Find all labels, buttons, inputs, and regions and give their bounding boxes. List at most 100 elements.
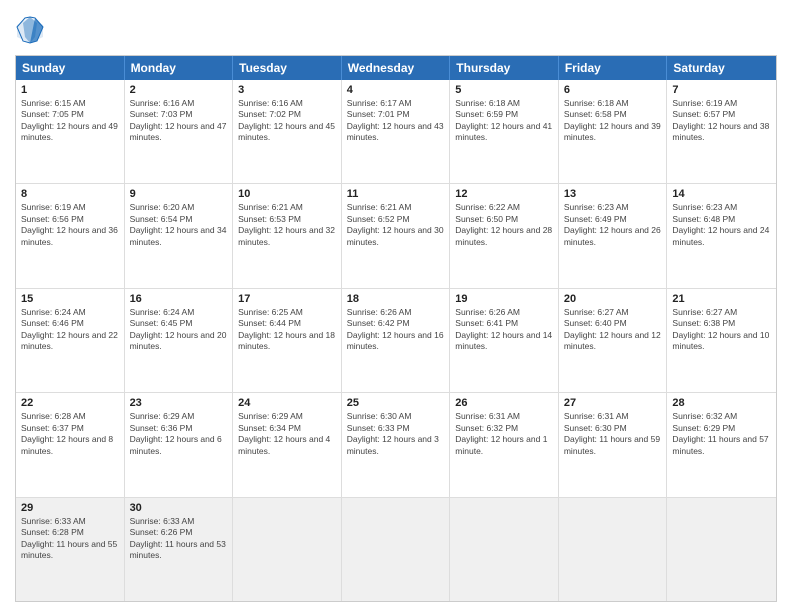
logo	[15, 15, 49, 45]
day-number: 13	[564, 188, 662, 200]
day-number: 2	[130, 84, 228, 96]
day-number: 17	[238, 293, 336, 305]
day-info: Sunrise: 6:21 AMSunset: 6:52 PMDaylight:…	[347, 202, 445, 248]
empty-cell	[342, 498, 451, 601]
day-info: Sunrise: 6:31 AMSunset: 6:30 PMDaylight:…	[564, 411, 662, 457]
day-cell-24: 24 Sunrise: 6:29 AMSunset: 6:34 PMDayligh…	[233, 393, 342, 496]
day-cell-25: 25 Sunrise: 6:30 AMSunset: 6:33 PMDayligh…	[342, 393, 451, 496]
header	[15, 15, 777, 45]
logo-icon	[15, 15, 45, 45]
empty-cell	[450, 498, 559, 601]
calendar-header: SundayMondayTuesdayWednesdayThursdayFrid…	[16, 56, 776, 80]
header-day-saturday: Saturday	[667, 56, 776, 80]
day-number: 26	[455, 397, 553, 409]
day-cell-6: 6 Sunrise: 6:18 AMSunset: 6:58 PMDaylight…	[559, 80, 668, 183]
day-number: 15	[21, 293, 119, 305]
day-info: Sunrise: 6:27 AMSunset: 6:38 PMDaylight:…	[672, 307, 771, 353]
calendar: SundayMondayTuesdayWednesdayThursdayFrid…	[15, 55, 777, 602]
day-info: Sunrise: 6:18 AMSunset: 6:58 PMDaylight:…	[564, 98, 662, 144]
day-cell-30: 30 Sunrise: 6:33 AMSunset: 6:26 PMDayligh…	[125, 498, 234, 601]
day-info: Sunrise: 6:26 AMSunset: 6:41 PMDaylight:…	[455, 307, 553, 353]
day-cell-16: 16Sunrise: 6:24 AMSunset: 6:45 PMDayligh…	[125, 289, 234, 392]
day-info: Sunrise: 6:22 AMSunset: 6:50 PMDaylight:…	[455, 202, 553, 248]
header-day-sunday: Sunday	[16, 56, 125, 80]
day-number: 30	[130, 502, 228, 514]
day-number: 24	[238, 397, 336, 409]
day-info: Sunrise: 6:25 AMSunset: 6:44 PMDaylight:…	[238, 307, 336, 353]
day-cell-26: 26 Sunrise: 6:31 AMSunset: 6:32 PMDayligh…	[450, 393, 559, 496]
day-number: 21	[672, 293, 771, 305]
day-number: 20	[564, 293, 662, 305]
empty-cell	[667, 498, 776, 601]
day-info: Sunrise: 6:29 AMSunset: 6:34 PMDaylight:…	[238, 411, 336, 457]
day-number: 12	[455, 188, 553, 200]
day-number: 23	[130, 397, 228, 409]
day-info: Sunrise: 6:28 AMSunset: 6:37 PMDaylight:…	[21, 411, 119, 457]
header-day-wednesday: Wednesday	[342, 56, 451, 80]
empty-cell	[233, 498, 342, 601]
day-info: Sunrise: 6:16 AMSunset: 7:02 PMDaylight:…	[238, 98, 336, 144]
day-cell-17: 17 Sunrise: 6:25 AMSunset: 6:44 PMDayligh…	[233, 289, 342, 392]
day-cell-14: 14 Sunrise: 6:23 AMSunset: 6:48 PMDayligh…	[667, 184, 776, 287]
day-info: Sunrise: 6:32 AMSunset: 6:29 PMDaylight:…	[672, 411, 771, 457]
calendar-week-5: 29 Sunrise: 6:33 AMSunset: 6:28 PMDayligh…	[16, 498, 776, 601]
calendar-week-4: 22 Sunrise: 6:28 AMSunset: 6:37 PMDayligh…	[16, 393, 776, 497]
day-cell-9: 9 Sunrise: 6:20 AMSunset: 6:54 PMDaylight…	[125, 184, 234, 287]
day-number: 10	[238, 188, 336, 200]
day-info: Sunrise: 6:19 AMSunset: 6:57 PMDaylight:…	[672, 98, 771, 144]
day-cell-2: 2 Sunrise: 6:16 AMSunset: 7:03 PMDaylight…	[125, 80, 234, 183]
day-number: 8	[21, 188, 119, 200]
day-cell-10: 10 Sunrise: 6:21 AMSunset: 6:53 PMDayligh…	[233, 184, 342, 287]
day-number: 28	[672, 397, 771, 409]
day-cell-28: 28 Sunrise: 6:32 AMSunset: 6:29 PMDayligh…	[667, 393, 776, 496]
calendar-week-1: 1Sunrise: 6:15 AMSunset: 7:05 PMDaylight…	[16, 80, 776, 184]
day-cell-15: 15Sunrise: 6:24 AMSunset: 6:46 PMDayligh…	[16, 289, 125, 392]
day-number: 1	[21, 84, 119, 96]
day-cell-1: 1Sunrise: 6:15 AMSunset: 7:05 PMDaylight…	[16, 80, 125, 183]
day-info: Sunrise: 6:29 AMSunset: 6:36 PMDaylight:…	[130, 411, 228, 457]
day-number: 16	[130, 293, 228, 305]
day-cell-11: 11Sunrise: 6:21 AMSunset: 6:52 PMDayligh…	[342, 184, 451, 287]
page: SundayMondayTuesdayWednesdayThursdayFrid…	[0, 0, 792, 612]
day-number: 22	[21, 397, 119, 409]
day-info: Sunrise: 6:20 AMSunset: 6:54 PMDaylight:…	[130, 202, 228, 248]
day-info: Sunrise: 6:30 AMSunset: 6:33 PMDaylight:…	[347, 411, 445, 457]
day-cell-21: 21 Sunrise: 6:27 AMSunset: 6:38 PMDayligh…	[667, 289, 776, 392]
day-cell-13: 13Sunrise: 6:23 AMSunset: 6:49 PMDayligh…	[559, 184, 668, 287]
header-day-tuesday: Tuesday	[233, 56, 342, 80]
day-info: Sunrise: 6:26 AMSunset: 6:42 PMDaylight:…	[347, 307, 445, 353]
day-info: Sunrise: 6:21 AMSunset: 6:53 PMDaylight:…	[238, 202, 336, 248]
day-number: 3	[238, 84, 336, 96]
day-cell-29: 29 Sunrise: 6:33 AMSunset: 6:28 PMDayligh…	[16, 498, 125, 601]
day-cell-23: 23 Sunrise: 6:29 AMSunset: 6:36 PMDayligh…	[125, 393, 234, 496]
calendar-body: 1Sunrise: 6:15 AMSunset: 7:05 PMDaylight…	[16, 80, 776, 601]
header-day-friday: Friday	[559, 56, 668, 80]
day-number: 4	[347, 84, 445, 96]
day-number: 14	[672, 188, 771, 200]
day-info: Sunrise: 6:18 AMSunset: 6:59 PMDaylight:…	[455, 98, 553, 144]
day-info: Sunrise: 6:31 AMSunset: 6:32 PMDaylight:…	[455, 411, 553, 457]
day-info: Sunrise: 6:17 AMSunset: 7:01 PMDaylight:…	[347, 98, 445, 144]
day-cell-4: 4 Sunrise: 6:17 AMSunset: 7:01 PMDaylight…	[342, 80, 451, 183]
day-cell-3: 3 Sunrise: 6:16 AMSunset: 7:02 PMDaylight…	[233, 80, 342, 183]
day-info: Sunrise: 6:33 AMSunset: 6:28 PMDaylight:…	[21, 516, 119, 562]
header-day-thursday: Thursday	[450, 56, 559, 80]
day-cell-8: 8 Sunrise: 6:19 AMSunset: 6:56 PMDaylight…	[16, 184, 125, 287]
day-info: Sunrise: 6:33 AMSunset: 6:26 PMDaylight:…	[130, 516, 228, 562]
day-number: 5	[455, 84, 553, 96]
day-cell-19: 19Sunrise: 6:26 AMSunset: 6:41 PMDayligh…	[450, 289, 559, 392]
day-info: Sunrise: 6:16 AMSunset: 7:03 PMDaylight:…	[130, 98, 228, 144]
day-cell-12: 12 Sunrise: 6:22 AMSunset: 6:50 PMDayligh…	[450, 184, 559, 287]
day-info: Sunrise: 6:19 AMSunset: 6:56 PMDaylight:…	[21, 202, 119, 248]
day-info: Sunrise: 6:27 AMSunset: 6:40 PMDaylight:…	[564, 307, 662, 353]
day-number: 9	[130, 188, 228, 200]
day-cell-7: 7Sunrise: 6:19 AMSunset: 6:57 PMDaylight…	[667, 80, 776, 183]
day-number: 25	[347, 397, 445, 409]
day-cell-22: 22 Sunrise: 6:28 AMSunset: 6:37 PMDayligh…	[16, 393, 125, 496]
calendar-week-2: 8 Sunrise: 6:19 AMSunset: 6:56 PMDaylight…	[16, 184, 776, 288]
day-cell-5: 5 Sunrise: 6:18 AMSunset: 6:59 PMDaylight…	[450, 80, 559, 183]
day-number: 29	[21, 502, 119, 514]
day-number: 6	[564, 84, 662, 96]
day-number: 27	[564, 397, 662, 409]
day-info: Sunrise: 6:23 AMSunset: 6:48 PMDaylight:…	[672, 202, 771, 248]
